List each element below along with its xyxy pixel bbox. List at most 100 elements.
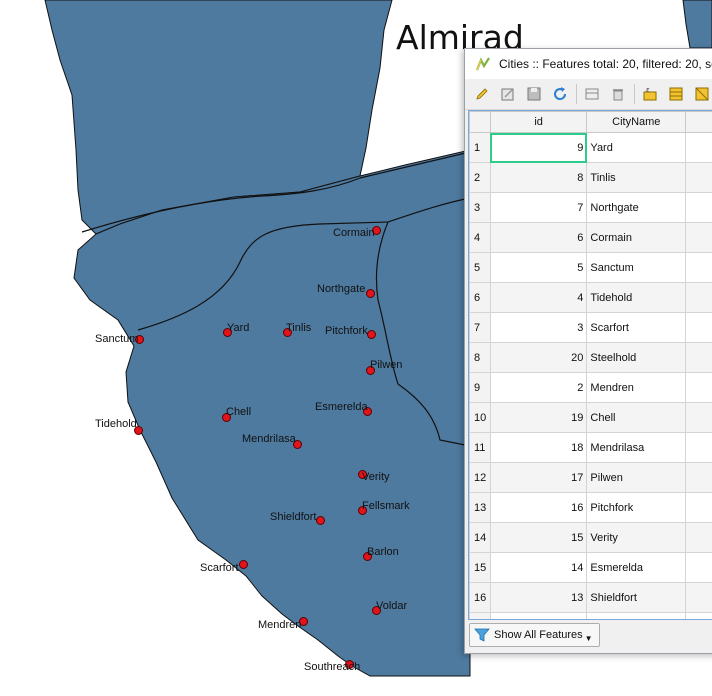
id-cell[interactable]: 3 [489,312,588,343]
cityname-cell[interactable]: Pilwen [586,462,687,493]
id-cell[interactable]: 15 [489,522,588,553]
cityname-cell[interactable]: Mendrilasa [586,432,687,463]
attribute-table-window[interactable]: Cities :: Features total: 20, filtered: … [464,48,712,654]
select-all-icon[interactable] [665,83,687,105]
city-label: Voldar [376,600,408,612]
id-cell[interactable]: 14 [489,552,588,583]
cityname-cell[interactable]: Cormain [586,222,687,253]
id-cell[interactable]: 18 [489,432,588,463]
cityname-cell[interactable]: Pitchfork [586,492,687,523]
cityname-cell[interactable]: Esmerelda [586,552,687,583]
cityname-cell[interactable]: Scarfort [586,312,687,343]
cityname-cell[interactable] [586,612,687,619]
empty-cell [685,432,712,463]
id-cell[interactable]: 2 [489,372,588,403]
row-number[interactable]: 11 [469,432,491,463]
pencil-icon[interactable] [471,83,493,105]
corner-header[interactable] [469,111,491,133]
cityname-cell[interactable]: Mendren [586,372,687,403]
empty-cell [685,192,712,223]
row-number[interactable]: 6 [469,282,491,313]
cityname-cell[interactable]: Tidehold [586,282,687,313]
select-expression-icon[interactable]: ε [639,83,661,105]
id-cell[interactable]: 16 [489,492,588,523]
chevron-down-icon: ▼ [584,633,593,643]
row-number[interactable]: 8 [469,342,491,373]
city-label: Southreach [304,661,361,673]
invert-selection-icon[interactable] [691,83,712,105]
row-number[interactable]: 13 [469,492,491,523]
row-number[interactable]: 15 [469,552,491,583]
table-row[interactable]: 2 8 Tinlis [469,162,712,193]
id-cell[interactable]: 5 [489,252,588,283]
column-header-id[interactable]: id [489,111,588,133]
id-cell[interactable]: 13 [489,582,588,613]
delete-icon[interactable] [607,83,629,105]
row-number[interactable]: 2 [469,162,491,193]
row-number[interactable]: 10 [469,402,491,433]
edit-multi-icon[interactable] [497,83,519,105]
table-row[interactable]: 7 3 Scarfort [469,312,712,343]
save-icon[interactable] [523,83,545,105]
row-number[interactable]: 4 [469,222,491,253]
id-cell[interactable]: 8 [489,162,588,193]
cityname-cell[interactable]: Verity [586,522,687,553]
table-row[interactable]: 4 6 Cormain [469,222,712,253]
table-row[interactable]: 3 7 Northgate [469,192,712,223]
row-number[interactable]: 3 [469,192,491,223]
city-label: Verity [362,471,390,483]
table-row[interactable]: 6 4 Tidehold [469,282,712,313]
cityname-cell[interactable]: Steelhold [586,342,687,373]
window-title: Cities :: Features total: 20, filtered: … [499,57,712,71]
table-row[interactable]: 16 13 Shieldfort [469,582,712,613]
empty-cell [685,372,712,403]
table-row[interactable]: 5 5 Sanctum [469,252,712,283]
new-feature-icon[interactable] [581,83,603,105]
id-cell[interactable]: 9 [489,132,588,163]
row-number[interactable]: 7 [469,312,491,343]
id-cell[interactable]: 4 [489,282,588,313]
cityname-cell[interactable]: Sanctum [586,252,687,283]
cityname-cell[interactable]: Northgate [586,192,687,223]
attribute-bottom-bar: Show All Features ▼ [469,622,600,648]
row-number[interactable] [469,612,491,619]
attribute-table[interactable]: id CityName 1 9 Yard 2 8 Tinlis 3 7 Northgate … [468,110,712,620]
city-marker [366,289,375,298]
row-number[interactable]: 1 [469,132,491,163]
city-label: Scarfort [200,562,239,574]
row-number[interactable]: 5 [469,252,491,283]
id-cell[interactable] [489,612,588,619]
row-number[interactable]: 9 [469,372,491,403]
city-label: Mendren [258,619,302,631]
id-cell[interactable]: 20 [489,342,588,373]
row-number[interactable]: 16 [469,582,491,613]
city-label: Barlon [367,546,399,558]
row-number[interactable]: 14 [469,522,491,553]
table-row[interactable]: 1 9 Yard [469,132,712,163]
cityname-cell[interactable]: Tinlis [586,162,687,193]
table-row[interactable]: 11 18 Mendrilasa [469,432,712,463]
table-row[interactable]: 15 14 Esmerelda [469,552,712,583]
empty-cell [685,222,712,253]
table-row[interactable]: 8 20 Steelhold [469,342,712,373]
id-cell[interactable]: 19 [489,402,588,433]
table-row[interactable]: 13 16 Pitchfork [469,492,712,523]
table-row[interactable]: 12 17 Pilwen [469,462,712,493]
column-header-cityname[interactable]: CityName [586,111,687,133]
table-row[interactable]: 14 15 Verity [469,522,712,553]
row-number[interactable]: 12 [469,462,491,493]
cityname-cell[interactable]: Chell [586,402,687,433]
id-cell[interactable]: 7 [489,192,588,223]
table-row[interactable]: 10 19 Chell [469,402,712,433]
show-all-features-button[interactable]: Show All Features ▼ [469,623,600,647]
city-label: Pilwen [370,359,403,371]
city-marker [316,516,325,525]
id-cell[interactable]: 17 [489,462,588,493]
table-row[interactable] [469,612,712,619]
table-row[interactable]: 9 2 Mendren [469,372,712,403]
cityname-cell[interactable]: Yard [586,132,687,163]
reload-icon[interactable] [549,83,571,105]
window-titlebar[interactable]: Cities :: Features total: 20, filtered: … [465,49,712,79]
cityname-cell[interactable]: Shieldfort [586,582,687,613]
id-cell[interactable]: 6 [489,222,588,253]
